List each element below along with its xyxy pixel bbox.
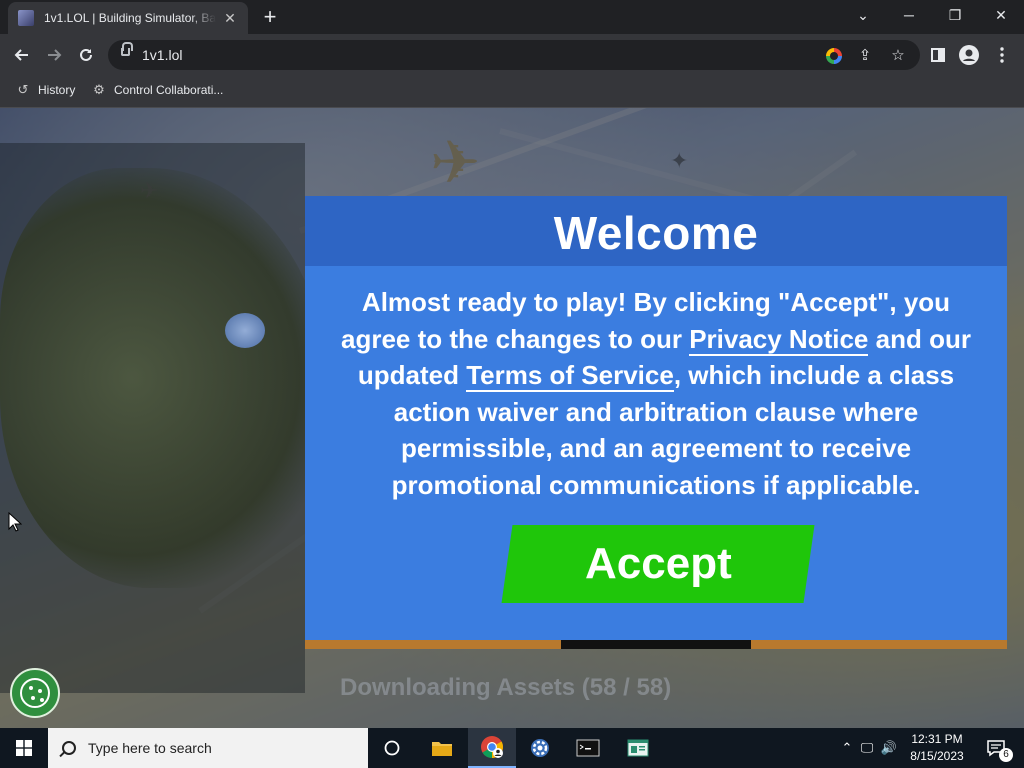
loading-status-text: Downloading Assets (58 / 58) bbox=[340, 674, 672, 701]
notepad-taskbar-button[interactable] bbox=[614, 728, 662, 768]
show-hidden-icons-chevron-icon[interactable]: ⌃ bbox=[838, 740, 856, 756]
mouse-cursor-icon bbox=[8, 511, 23, 537]
windows-logo-icon bbox=[16, 740, 32, 756]
clock-date: 8/15/2023 bbox=[910, 749, 964, 763]
close-window-button[interactable]: ✕ bbox=[978, 0, 1024, 30]
reload-icon bbox=[80, 48, 92, 61]
notifications-button[interactable]: 6 bbox=[976, 728, 1016, 768]
terminal-taskbar-button[interactable] bbox=[564, 728, 612, 768]
kebab-menu-icon bbox=[1000, 47, 1004, 63]
volume-icon[interactable]: 🔊 bbox=[878, 740, 900, 756]
terminal-icon bbox=[576, 739, 600, 757]
google-icon[interactable] bbox=[826, 48, 842, 64]
taskbar-search-box[interactable]: Type here to search bbox=[48, 728, 368, 768]
control-collaboration-icon: ⚙ bbox=[93, 82, 105, 97]
privacy-notice-link[interactable]: Privacy Notice bbox=[689, 323, 869, 356]
welcome-modal: Welcome Almost ready to play! By clickin… bbox=[305, 196, 1007, 640]
site-favicon-icon bbox=[18, 10, 34, 26]
clock-time: 12:31 PM bbox=[911, 732, 963, 746]
bookmark-control-collaboration[interactable]: ⚙ Control Collaborati... bbox=[92, 82, 224, 98]
cookie-settings-button[interactable] bbox=[10, 668, 60, 718]
system-tray: ⌃ 🖵 🔊 bbox=[838, 728, 900, 768]
side-panel-button[interactable] bbox=[926, 43, 950, 67]
loading-progress-dark-segment bbox=[561, 640, 751, 649]
network-icon[interactable]: 🖵 bbox=[856, 740, 878, 756]
search-placeholder: Type here to search bbox=[88, 740, 212, 756]
browser-tab[interactable]: 1v1.LOL | Building Simulator, Batt ✕ bbox=[8, 2, 248, 34]
lock-icon[interactable] bbox=[121, 42, 133, 56]
history-icon: ↺ bbox=[17, 82, 29, 97]
minimize-button[interactable]: ─ bbox=[886, 0, 932, 30]
file-explorer-icon bbox=[432, 742, 452, 756]
forward-button[interactable] bbox=[42, 43, 66, 67]
bookmarks-bar: ↺ History ⚙ Control Collaborati... bbox=[0, 76, 1024, 108]
back-arrow-icon bbox=[14, 49, 28, 61]
terms-of-service-link[interactable]: Terms of Service bbox=[466, 360, 674, 392]
profile-button[interactable] bbox=[957, 43, 981, 67]
new-tab-button[interactable]: + bbox=[258, 6, 282, 30]
notepad-icon bbox=[627, 739, 649, 757]
modal-message: Almost ready to play! By clicking "Accep… bbox=[333, 284, 979, 503]
restore-button[interactable]: ❐ bbox=[932, 0, 978, 30]
side-panel-icon bbox=[931, 48, 945, 62]
start-button[interactable] bbox=[0, 728, 48, 768]
url-text[interactable]: 1v1.lol bbox=[142, 47, 182, 63]
search-icon bbox=[62, 741, 76, 755]
accept-button[interactable]: Accept bbox=[501, 525, 815, 603]
bookmark-history[interactable]: ↺ History bbox=[16, 82, 76, 98]
forward-arrow-icon bbox=[48, 49, 62, 61]
page-viewport: ✈ ✦ ✈ Welcome Almost ready to play! By c… bbox=[0, 108, 1024, 728]
reload-button[interactable] bbox=[74, 43, 98, 67]
tab-search-button[interactable]: ⌄ bbox=[840, 0, 886, 30]
browser-toolbar: 1v1.lol ⇪ ☆ bbox=[0, 34, 1024, 76]
loading-progress-bar bbox=[305, 640, 1007, 649]
settings-taskbar-button[interactable] bbox=[516, 728, 564, 768]
menu-button[interactable] bbox=[990, 43, 1014, 67]
taskbar-clock[interactable]: 12:31 PM 8/15/2023 bbox=[906, 731, 968, 765]
tab-title: 1v1.LOL | Building Simulator, Batt bbox=[44, 11, 216, 25]
back-button[interactable] bbox=[10, 43, 34, 67]
task-view-icon bbox=[384, 740, 400, 756]
task-view-button[interactable] bbox=[368, 728, 416, 768]
skydiver-figure: ✈ bbox=[140, 178, 159, 203]
accept-label: Accept bbox=[584, 539, 732, 588]
bookmark-star-icon[interactable]: ☆ bbox=[888, 46, 908, 64]
chrome-taskbar-button[interactable] bbox=[468, 728, 516, 768]
bookmark-label: History bbox=[38, 83, 76, 97]
notification-count-badge: 6 bbox=[999, 748, 1013, 762]
settings-icon bbox=[531, 739, 549, 757]
windows-taskbar: Type here to search ⌃ 🖵 🔊 12:31 PM 8/15/… bbox=[0, 728, 1024, 768]
file-explorer-button[interactable] bbox=[418, 728, 466, 768]
share-icon[interactable]: ⇪ bbox=[855, 46, 875, 64]
crystal-art bbox=[225, 313, 265, 348]
modal-title: Welcome bbox=[305, 196, 1007, 266]
tab-close-icon[interactable]: ✕ bbox=[222, 10, 238, 27]
address-bar[interactable]: 1v1.lol ⇪ ☆ bbox=[108, 40, 920, 70]
cookie-icon bbox=[20, 678, 50, 708]
profile-avatar-icon bbox=[959, 45, 979, 65]
title-bar: 1v1.LOL | Building Simulator, Batt ✕ + ⌄… bbox=[0, 0, 1024, 34]
bookmark-label: Control Collaborati... bbox=[114, 83, 224, 97]
chrome-icon bbox=[481, 736, 503, 758]
